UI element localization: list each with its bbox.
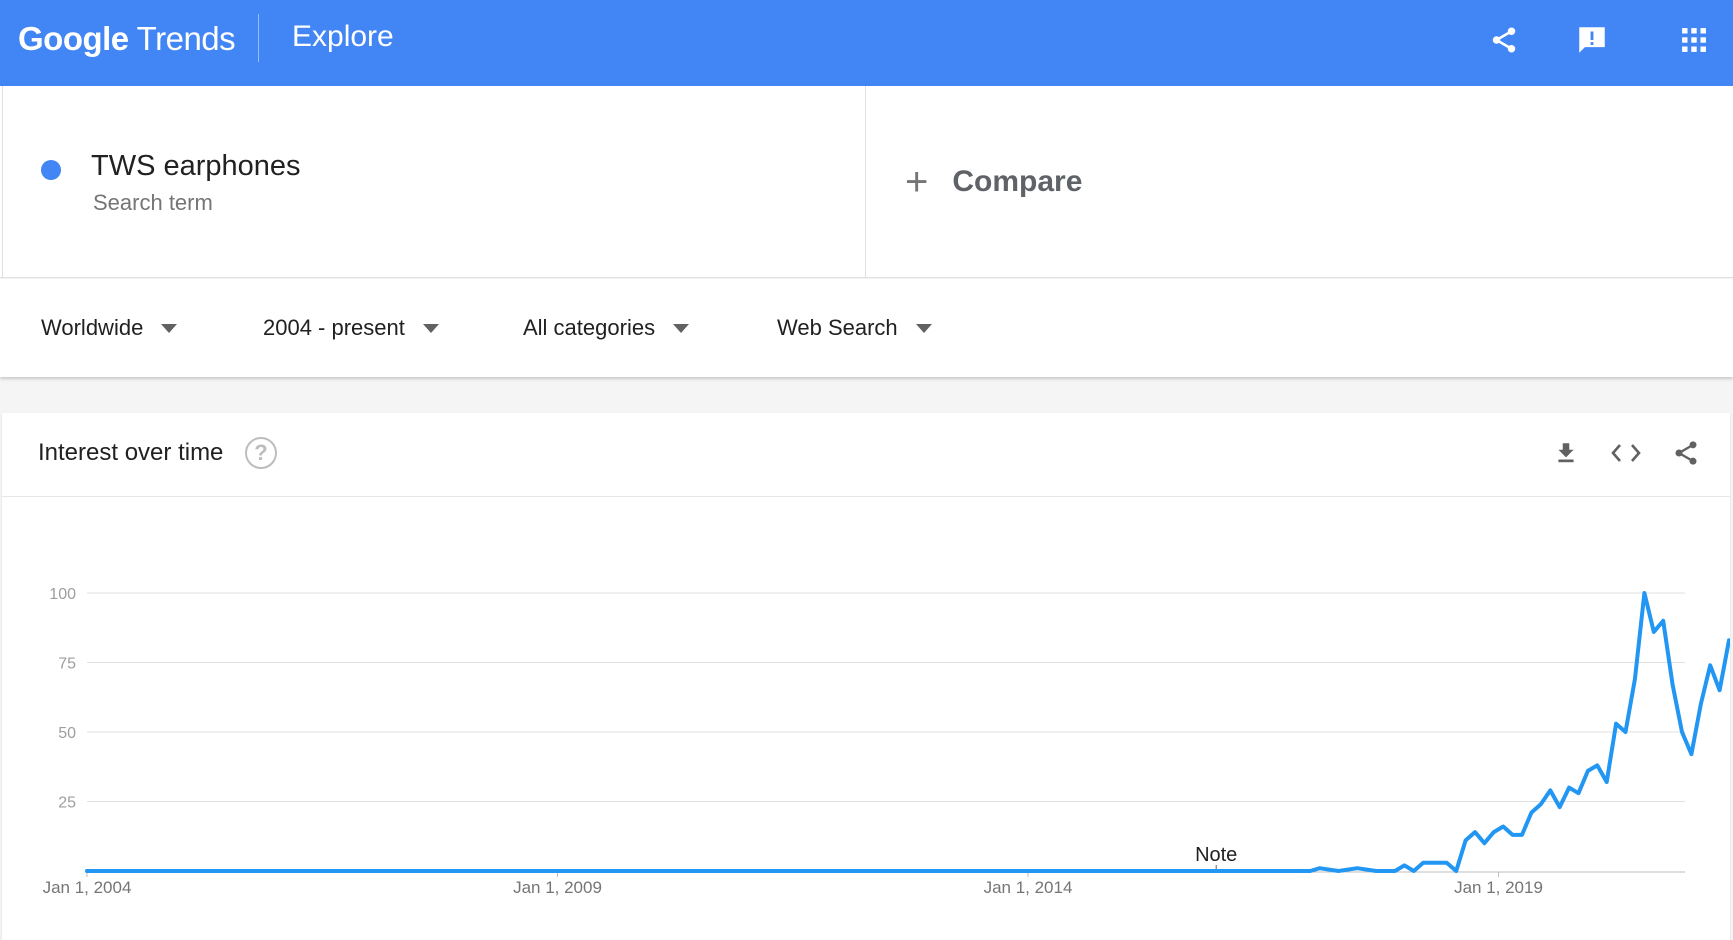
category-filter[interactable]: All categories <box>523 315 690 341</box>
x-tick-label: Jan 1, 2014 <box>984 878 1073 897</box>
region-filter-label: Worldwide <box>41 315 144 340</box>
y-tick-label: 75 <box>58 656 76 673</box>
dropdown-caret-icon <box>673 323 690 333</box>
term-type: Search term <box>93 190 213 215</box>
google-trends-logo[interactable]: Google Trends <box>18 20 236 58</box>
dropdown-caret-icon <box>915 323 932 333</box>
logo-google-text: Google <box>18 20 129 57</box>
y-tick-label: 100 <box>49 586 76 603</box>
feedback-icon[interactable] <box>1572 20 1612 60</box>
x-tick-label: Jan 1, 2019 <box>1454 878 1543 897</box>
apps-grid-icon[interactable] <box>1674 20 1714 60</box>
plus-icon: + <box>905 160 929 204</box>
interest-over-time-card: Interest over time ? 25 50 75 100 Jan 1, 200… <box>2 413 1730 940</box>
y-tick-label: 50 <box>58 725 76 742</box>
time-range-filter[interactable]: 2004 - present <box>263 315 439 341</box>
region-filter[interactable]: Worldwide <box>41 315 178 341</box>
search-type-filter-label: Web Search <box>777 315 898 340</box>
page-title: Explore <box>292 20 394 53</box>
search-terms-panel: TWS earphones Search term + Compare <box>0 86 1733 278</box>
compare-label: Compare <box>952 165 1083 198</box>
dropdown-caret-icon <box>422 323 439 333</box>
category-filter-label: All categories <box>523 315 656 340</box>
x-tick-label: Jan 1, 2004 <box>43 878 132 897</box>
compare-button[interactable]: + Compare <box>905 162 1082 202</box>
search-type-filter[interactable]: Web Search <box>777 315 932 341</box>
x-tick-label: Jan 1, 2009 <box>513 878 602 897</box>
term-name[interactable]: TWS earphones <box>91 150 301 183</box>
dropdown-caret-icon <box>161 323 178 333</box>
header-divider <box>258 14 259 62</box>
note-annotation: Note <box>1195 844 1237 866</box>
interest-line-chart: 25 50 75 100 Jan 1, 2004 Jan 1, 2009 Jan 1, 20… <box>43 586 1730 897</box>
term-color-dot <box>41 160 61 180</box>
app-header: Google Trends Explore <box>0 0 1733 86</box>
share-icon[interactable] <box>1484 20 1524 60</box>
search-term-card[interactable]: TWS earphones Search term <box>2 86 866 278</box>
time-range-filter-label: 2004 - present <box>263 315 405 340</box>
y-tick-label: 25 <box>58 795 76 812</box>
filter-bar: Worldwide 2004 - present All categories … <box>0 279 1733 377</box>
logo-trends-text: Trends <box>136 20 236 57</box>
